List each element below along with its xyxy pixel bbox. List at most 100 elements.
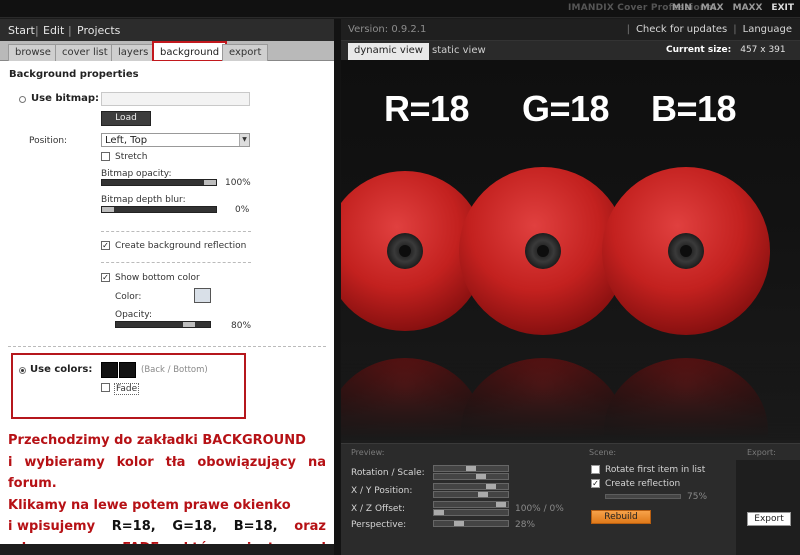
use-bitmap-label: Use bitmap: [31, 93, 100, 104]
xz-offset-label: X / Z Offset: [351, 504, 406, 514]
tab-layers[interactable]: layers [111, 44, 156, 61]
link-separator: | [733, 24, 737, 35]
b-value-overlay: B=18 [651, 88, 737, 129]
check-for-updates-link[interactable]: Check for updates [636, 24, 727, 35]
perspective-slider[interactable] [433, 520, 509, 527]
r-value-overlay: R=18 [384, 88, 470, 129]
stretch-label: Stretch [115, 152, 148, 162]
menu-edit[interactable]: Edit [43, 24, 64, 37]
slider-handle[interactable] [478, 492, 488, 497]
instruction-g-value: G=18, [172, 519, 218, 534]
xy-position-label: X / Y Position: [351, 486, 413, 496]
tab-background[interactable]: background [152, 41, 228, 62]
version-label: Version: 0.9.2.1 [348, 24, 427, 35]
right-links: | Check for updates | Language [627, 24, 792, 35]
tab-dynamic-view[interactable]: dynamic view [348, 43, 429, 60]
min-button[interactable]: MIN [672, 3, 692, 13]
title-bar: IMANDIX Cover Professional MIN MAX MAXX … [0, 0, 800, 18]
bitmap-path-input[interactable] [101, 92, 250, 106]
bottom-color-square[interactable] [119, 362, 136, 378]
current-size: Current size: 457 x 391 [666, 45, 786, 55]
bottom-color-swatch[interactable] [194, 288, 211, 303]
back-bottom-hint: (Back / Bottom) [141, 365, 208, 375]
instruction-line: i wybieramy kolor tła obowiązujący na fo… [8, 454, 326, 492]
fade-checkbox[interactable] [101, 383, 110, 392]
rotation-scale-label: Rotation / Scale: [351, 468, 425, 478]
slider-handle[interactable] [476, 474, 486, 479]
create-background-reflection-checkbox[interactable]: ✓ [101, 241, 110, 250]
opacity-label: Opacity: [115, 310, 152, 320]
create-reflection-checkbox[interactable]: ✓ [591, 479, 600, 488]
right-panel: Version: 0.9.2.1 | Check for updates | L… [341, 19, 800, 555]
slider-handle[interactable] [454, 521, 464, 526]
instruction-r-value: R=18, [111, 519, 156, 534]
use-colors-label: Use colors: [30, 364, 93, 375]
bottom-opacity-value: 80% [231, 321, 252, 331]
chevron-down-icon: ▼ [239, 134, 249, 146]
instruction-b-value: B=18, [233, 519, 278, 534]
reflection-slider[interactable] [605, 494, 681, 499]
maxx-button[interactable]: MAXX [733, 3, 763, 13]
left-tab-bar: browse cover list layers background expo… [0, 41, 334, 62]
tab-browse[interactable]: browse [8, 44, 58, 61]
load-button[interactable]: Load [101, 111, 151, 126]
divider [101, 262, 251, 263]
left-status-strip [0, 544, 334, 555]
bitmap-opacity-slider[interactable] [101, 179, 217, 186]
link-separator: | [626, 24, 630, 35]
export-area: Export [736, 460, 800, 555]
rotation-slider[interactable] [433, 465, 509, 472]
create-background-reflection-label: Create background reflection [115, 241, 247, 251]
current-size-label: Current size: [666, 45, 732, 55]
section-title: Background properties [9, 69, 139, 80]
slider-handle[interactable] [183, 322, 195, 327]
current-size-value: 457 x 391 [740, 45, 786, 55]
exit-button[interactable]: EXIT [771, 3, 794, 13]
divider [8, 346, 326, 347]
bitmap-depth-blur-slider[interactable] [101, 206, 217, 213]
position-value: Left, Top [105, 135, 148, 146]
slider-handle[interactable] [466, 466, 476, 471]
scene-section-title: Scene: [589, 448, 617, 457]
back-color-swatch[interactable] [101, 362, 118, 378]
position-select[interactable]: Left, Top ▼ [101, 133, 250, 147]
instruction-line: Klikamy na lewe potem prawe okienko [8, 497, 291, 513]
show-bottom-color-checkbox[interactable]: ✓ [101, 273, 110, 282]
slider-handle[interactable] [102, 207, 114, 212]
panel-divider [334, 19, 341, 555]
use-bitmap-radio[interactable] [19, 96, 26, 103]
slider-handle[interactable] [486, 484, 496, 489]
fade-label: Fade [114, 383, 140, 395]
use-colors-radio[interactable] [19, 367, 26, 374]
tab-cover-list[interactable]: cover list [55, 44, 115, 61]
y-position-slider[interactable] [433, 491, 509, 498]
disc-center [459, 167, 627, 335]
3d-preview-viewport[interactable]: R=18 G=18 B=18 [341, 60, 800, 440]
rebuild-button[interactable]: Rebuild [591, 510, 651, 524]
instruction-text: Przechodzimy do zakładki BACKGROUND i wy… [8, 430, 326, 555]
tab-static-view[interactable]: static view [426, 43, 492, 60]
bitmap-opacity-value: 100% [225, 178, 251, 188]
menu-start[interactable]: Start [8, 24, 35, 37]
slider-handle[interactable] [496, 502, 506, 507]
tab-export[interactable]: export [222, 44, 269, 61]
x-position-slider[interactable] [433, 483, 509, 490]
divider [101, 231, 251, 232]
bottom-opacity-slider[interactable] [115, 321, 211, 328]
position-label: Position: [29, 136, 68, 146]
color-label: Color: [115, 292, 142, 302]
menu-projects[interactable]: Projects [77, 24, 120, 37]
x-offset-slider[interactable] [433, 501, 509, 508]
stretch-checkbox[interactable] [101, 152, 110, 161]
app-window: IMANDIX Cover Professional MIN MAX MAXX … [0, 0, 800, 555]
slider-handle[interactable] [204, 180, 216, 185]
rotate-first-item-checkbox[interactable] [591, 465, 600, 474]
instruction-fragment: i wpisujemy [8, 519, 96, 534]
menu-separator: | [35, 24, 39, 37]
max-button[interactable]: MAX [701, 3, 724, 13]
scale-slider[interactable] [433, 473, 509, 480]
z-offset-slider[interactable] [433, 509, 509, 516]
export-button[interactable]: Export [747, 512, 791, 526]
language-link[interactable]: Language [743, 24, 792, 35]
slider-handle[interactable] [434, 510, 444, 515]
